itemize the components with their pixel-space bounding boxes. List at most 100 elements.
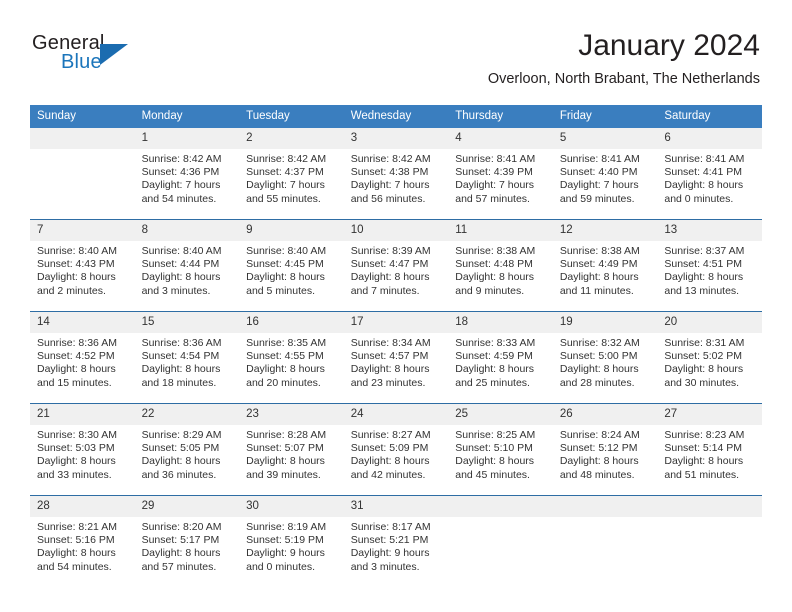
day-number: 7 (30, 219, 135, 241)
day-cell: Sunrise: 8:25 AM Sunset: 5:10 PM Dayligh… (448, 425, 553, 496)
daylight-text-line1: Daylight: 7 hours (141, 179, 221, 192)
sunset-text: Sunset: 4:51 PM (664, 258, 743, 271)
sunset-text: Sunset: 5:03 PM (37, 442, 115, 455)
sunrise-text: Sunrise: 8:40 AM (246, 245, 327, 257)
daylight-text-line2: and 20 minutes. (246, 376, 321, 389)
daylight-text-line1: Daylight: 8 hours (664, 179, 744, 192)
day-number: 2 (239, 128, 344, 149)
sunset-text: Sunset: 4:45 PM (246, 258, 324, 271)
sunset-text: Sunset: 4:41 PM (664, 166, 743, 179)
daylight-text-line1: Daylight: 8 hours (350, 363, 430, 376)
sunset-text: Sunset: 5:10 PM (455, 442, 533, 455)
daylight-text-line2: and 57 minutes. (455, 192, 530, 205)
day-cell: Sunrise: 8:29 AM Sunset: 5:05 PM Dayligh… (134, 425, 240, 496)
sunset-text: Sunset: 4:57 PM (350, 350, 429, 363)
day-number: 10 (343, 219, 449, 241)
daylight-text-line1: Daylight: 9 hours (246, 547, 325, 560)
sunset-text: Sunset: 4:37 PM (246, 166, 324, 179)
day-cell: Sunrise: 8:42 AM Sunset: 4:36 PM Dayligh… (134, 149, 240, 220)
daylight-text-line2: and 30 minutes. (664, 376, 740, 389)
daylight-text-line2: and 18 minutes. (141, 376, 217, 389)
day-cell (30, 149, 135, 220)
sunrise-text: Sunrise: 8:17 AM (350, 521, 431, 533)
week-4-date-row: 21 22 23 24 25 26 27 (30, 403, 762, 425)
daylight-text-line1: Daylight: 8 hours (246, 455, 325, 468)
day-cell: Sunrise: 8:30 AM Sunset: 5:03 PM Dayligh… (30, 425, 135, 496)
sunrise-text: Sunrise: 8:32 AM (559, 337, 640, 349)
day-number: 14 (30, 311, 135, 333)
day-number: 3 (343, 128, 449, 149)
title-block: January 2024 Overloon, North Brabant, Th… (488, 28, 760, 88)
daylight-text-line2: and 11 minutes. (559, 284, 634, 297)
daylight-text-line1: Daylight: 8 hours (559, 363, 639, 376)
sunrise-text: Sunrise: 8:42 AM (141, 153, 222, 165)
daylight-text-line2: and 5 minutes. (246, 284, 316, 297)
weekday-header-sunday: Sunday (30, 105, 135, 128)
sunrise-text: Sunrise: 8:37 AM (664, 245, 745, 257)
day-cell: Sunrise: 8:42 AM Sunset: 4:38 PM Dayligh… (343, 149, 449, 220)
daylight-text-line2: and 23 minutes. (350, 376, 426, 389)
day-number: 26 (552, 403, 658, 425)
day-number (657, 495, 762, 517)
daylight-text-line2: and 0 minutes. (246, 560, 316, 573)
page-title: January 2024 (578, 29, 760, 62)
daylight-text-line2: and 13 minutes. (664, 284, 740, 297)
sunset-text: Sunset: 4:48 PM (455, 258, 533, 271)
week-5-info-row: Sunrise: 8:21 AM Sunset: 5:16 PM Dayligh… (30, 517, 762, 587)
daylight-text-line1: Daylight: 8 hours (455, 455, 535, 468)
day-cell: Sunrise: 8:19 AM Sunset: 5:19 PM Dayligh… (239, 517, 344, 587)
day-number: 23 (239, 403, 344, 425)
daylight-text-line2: and 9 minutes. (455, 284, 525, 297)
daylight-text-line1: Daylight: 8 hours (559, 271, 639, 284)
daylight-text-line2: and 0 minutes. (664, 192, 734, 205)
day-cell: Sunrise: 8:40 AM Sunset: 4:44 PM Dayligh… (134, 241, 240, 312)
sunset-text: Sunset: 5:09 PM (350, 442, 429, 455)
sunset-text: Sunset: 4:54 PM (141, 350, 220, 363)
day-cell: Sunrise: 8:40 AM Sunset: 4:43 PM Dayligh… (30, 241, 135, 312)
week-2-date-row: 7 8 9 10 11 12 13 (30, 219, 762, 241)
day-cell: Sunrise: 8:32 AM Sunset: 5:00 PM Dayligh… (552, 333, 658, 404)
day-number: 17 (343, 311, 449, 333)
day-number: 8 (134, 219, 240, 241)
calendar-grid: Sunday Monday Tuesday Wednesday Thursday… (30, 105, 762, 587)
sunrise-text: Sunrise: 8:25 AM (455, 429, 536, 441)
daylight-text-line1: Daylight: 8 hours (37, 363, 116, 376)
daylight-text-line1: Daylight: 8 hours (141, 547, 221, 560)
day-cell: Sunrise: 8:31 AM Sunset: 5:02 PM Dayligh… (657, 333, 762, 404)
day-cell: Sunrise: 8:33 AM Sunset: 4:59 PM Dayligh… (448, 333, 553, 404)
day-cell: Sunrise: 8:28 AM Sunset: 5:07 PM Dayligh… (239, 425, 344, 496)
day-number: 13 (657, 219, 762, 241)
day-cell: Sunrise: 8:35 AM Sunset: 4:55 PM Dayligh… (239, 333, 344, 404)
day-number: 5 (552, 128, 658, 149)
day-cell: Sunrise: 8:36 AM Sunset: 4:54 PM Dayligh… (134, 333, 240, 404)
daylight-text-line2: and 48 minutes. (559, 468, 635, 481)
daylight-text-line2: and 28 minutes. (559, 376, 635, 389)
sunrise-text: Sunrise: 8:42 AM (246, 153, 327, 165)
daylight-text-line1: Daylight: 7 hours (246, 179, 325, 192)
daylight-text-line1: Daylight: 8 hours (246, 363, 325, 376)
day-cell: Sunrise: 8:36 AM Sunset: 4:52 PM Dayligh… (30, 333, 135, 404)
daylight-text-line1: Daylight: 8 hours (141, 455, 221, 468)
daylight-text-line1: Daylight: 7 hours (455, 179, 535, 192)
sunrise-text: Sunrise: 8:33 AM (455, 337, 536, 349)
day-number (552, 495, 658, 517)
weekday-header-tuesday: Tuesday (239, 105, 344, 128)
weekday-header-wednesday: Wednesday (343, 105, 449, 128)
sunset-text: Sunset: 5:21 PM (350, 534, 429, 547)
daylight-text-line1: Daylight: 8 hours (455, 363, 535, 376)
day-number: 9 (239, 219, 344, 241)
sunrise-text: Sunrise: 8:38 AM (559, 245, 640, 257)
sunset-text: Sunset: 4:47 PM (350, 258, 429, 271)
sunrise-text: Sunrise: 8:35 AM (246, 337, 327, 349)
day-number (30, 128, 135, 149)
daylight-text-line2: and 55 minutes. (246, 192, 321, 205)
daylight-text-line1: Daylight: 8 hours (37, 547, 116, 560)
day-number: 12 (552, 219, 658, 241)
sunset-text: Sunset: 4:43 PM (37, 258, 115, 271)
daylight-text-line2: and 7 minutes. (350, 284, 420, 297)
sunset-text: Sunset: 5:16 PM (37, 534, 115, 547)
sunrise-text: Sunrise: 8:24 AM (559, 429, 640, 441)
day-cell: Sunrise: 8:17 AM Sunset: 5:21 PM Dayligh… (343, 517, 449, 587)
sunrise-text: Sunrise: 8:36 AM (37, 337, 117, 349)
weekday-header-thursday: Thursday (448, 105, 553, 128)
